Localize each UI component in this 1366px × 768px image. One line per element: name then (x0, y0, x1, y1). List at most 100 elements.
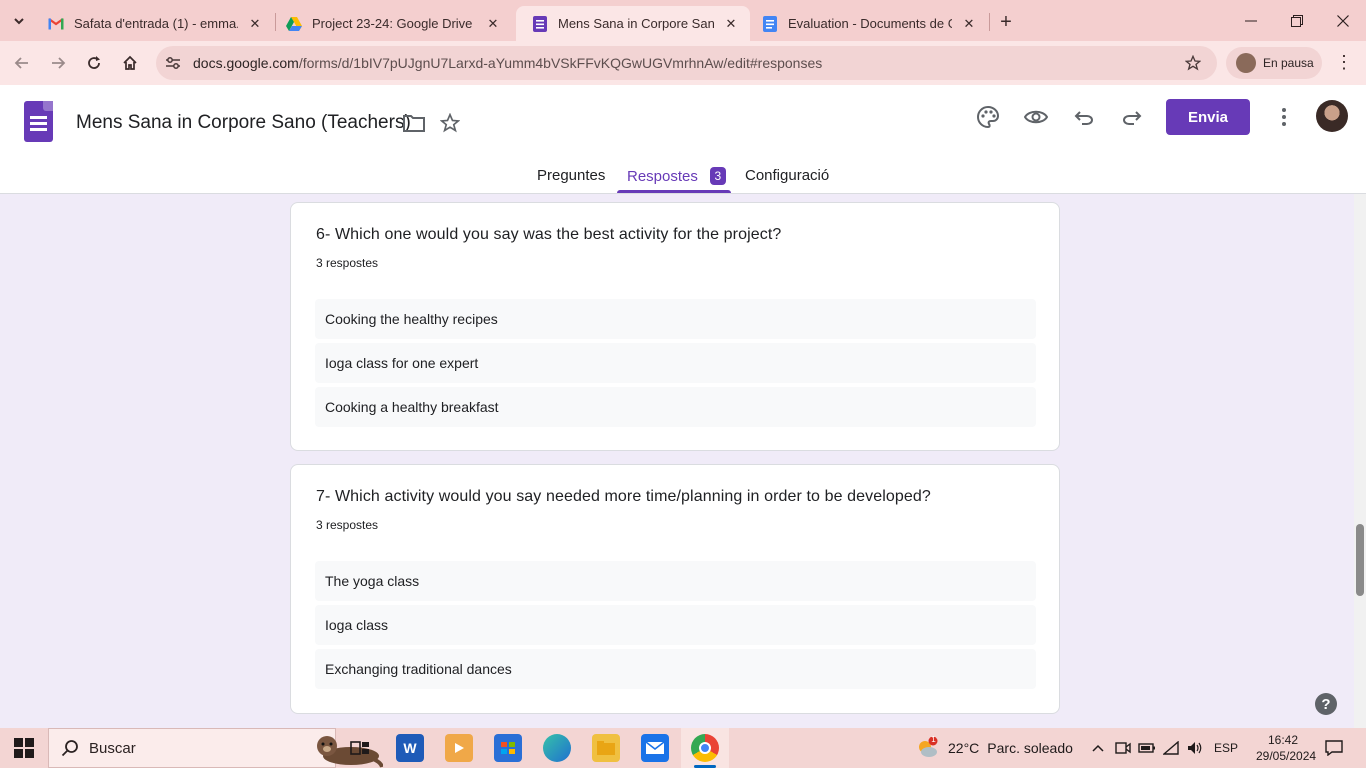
system-clock[interactable]: 16:42 29/05/2024 (1256, 732, 1317, 764)
browser-toolbar: docs.google.com/forms/d/1bIV7pUJgnU7Larx… (0, 41, 1366, 85)
tab-responses-label: Respostes (627, 168, 698, 185)
response-card-q6: 6- Which one would you say was the best … (290, 202, 1060, 451)
browser-menu-icon[interactable]: ⋮ (1332, 50, 1356, 74)
browser-tab-drive[interactable]: Project 23-24: Google Drive ✕ (270, 6, 512, 41)
minimize-window-icon[interactable] (1228, 0, 1274, 41)
new-tab-plus-icon[interactable]: + (994, 10, 1018, 34)
answer-item: Ioga class for one expert (315, 343, 1036, 383)
close-tab-icon[interactable]: ✕ (484, 15, 502, 33)
clock-date: 29/05/2024 (1256, 749, 1317, 763)
volume-icon[interactable] (1186, 739, 1204, 757)
show-hidden-icons-chevron-icon[interactable] (1089, 739, 1107, 757)
clock-time: 16:42 (1267, 733, 1299, 747)
reload-icon[interactable] (80, 49, 108, 77)
palette-icon[interactable] (974, 103, 1002, 131)
answer-item: Ioga class (315, 605, 1036, 645)
tab-title: Mens Sana in Corpore Sano (Te (558, 16, 714, 31)
star-icon[interactable] (436, 109, 464, 137)
address-bar[interactable]: docs.google.com/forms/d/1bIV7pUJgnU7Larx… (156, 46, 1217, 80)
tab-divider (989, 13, 990, 31)
windows-start-icon[interactable] (14, 738, 34, 758)
weather-alert-badge: 1 (931, 735, 936, 744)
task-view-icon[interactable] (346, 734, 374, 762)
active-tab-indicator (617, 190, 731, 193)
form-tabs: Preguntes Respostes 3 Configuració (0, 163, 1366, 194)
undo-icon[interactable] (1070, 103, 1098, 131)
response-count: 3 respostes (316, 518, 379, 532)
media-app-icon[interactable] (445, 734, 473, 762)
notifications-icon[interactable] (1324, 739, 1344, 757)
help-icon[interactable]: ? (1315, 693, 1337, 715)
taskbar-search[interactable]: Buscar (48, 728, 383, 768)
preview-eye-icon[interactable] (1022, 103, 1050, 131)
forward-arrow-icon[interactable] (44, 49, 72, 77)
profile-status: En pausa (1263, 56, 1314, 70)
tab-settings[interactable]: Configuració (745, 167, 829, 184)
more-options-icon[interactable] (1270, 103, 1298, 131)
bookmark-star-icon[interactable] (1183, 53, 1203, 73)
browser-tab-forms-active[interactable]: Mens Sana in Corpore Sano (Te ✕ (516, 6, 750, 41)
windows-taskbar: Buscar W 1 22°C Parc. soleado ESP 16:42 … (0, 728, 1366, 768)
close-tab-icon[interactable]: ✕ (960, 15, 978, 33)
folder-icon[interactable] (400, 109, 428, 137)
url-host: docs.google.com (193, 55, 299, 71)
weather-sun-cloud-icon: 1 (916, 735, 938, 759)
search-icon (61, 739, 79, 762)
docs-icon (762, 15, 778, 32)
scrollbar-thumb[interactable] (1356, 524, 1364, 596)
chrome-app-icon[interactable] (691, 734, 719, 762)
browser-tabstrip: Safata d'entrada (1) - emma.gis ✕ Projec… (0, 0, 1366, 41)
send-button[interactable]: Envia (1166, 99, 1250, 135)
weather-description: Parc. soleado (987, 740, 1073, 756)
response-card-q7: 7- Which activity would you say needed m… (290, 464, 1060, 714)
tab-questions[interactable]: Preguntes (537, 167, 605, 184)
url-text: docs.google.com/forms/d/1bIV7pUJgnU7Larx… (193, 55, 822, 71)
wifi-icon[interactable] (1162, 739, 1180, 757)
browser-tab-gmail[interactable]: Safata d'entrada (1) - emma.gis ✕ (32, 6, 274, 41)
store-app-icon[interactable] (494, 734, 522, 762)
answer-item: Cooking a healthy breakfast (315, 387, 1036, 427)
edge-browser-icon[interactable] (543, 734, 571, 762)
back-arrow-icon[interactable] (8, 49, 36, 77)
answer-item: The yoga class (315, 561, 1036, 601)
tab-title: Safata d'entrada (1) - emma.gis (74, 16, 238, 31)
answer-item: Cooking the healthy recipes (315, 299, 1036, 339)
weather-temperature: 22°C (948, 740, 980, 756)
tab-responses[interactable]: Respostes 3 (627, 167, 726, 185)
word-app-icon[interactable]: W (396, 734, 424, 762)
home-icon[interactable] (116, 49, 144, 77)
profile-chip[interactable]: En pausa (1226, 47, 1322, 79)
url-path: /forms/d/1bIV7pUJgnU7Larxd-aYumm4bVSkFFv… (298, 55, 823, 71)
tab-title: Project 23-24: Google Drive (312, 16, 473, 31)
question-title: 6- Which one would you say was the best … (316, 226, 782, 243)
responses-count-badge: 3 (709, 167, 726, 185)
site-info-icon[interactable] (164, 54, 182, 72)
redo-icon[interactable] (1118, 103, 1146, 131)
answer-item: Exchanging traditional dances (315, 649, 1036, 689)
mail-app-icon[interactable] (641, 734, 669, 762)
close-tab-icon[interactable]: ✕ (246, 15, 264, 33)
file-explorer-icon[interactable] (592, 734, 620, 762)
user-avatar[interactable] (1316, 100, 1348, 132)
forms-header: Mens Sana in Corpore Sano (Teachers) Env… (0, 85, 1366, 194)
input-language[interactable]: ESP (1214, 741, 1238, 755)
profile-avatar (1236, 53, 1256, 73)
page-scrollbar[interactable] (1354, 194, 1366, 728)
close-window-icon[interactable] (1320, 0, 1366, 41)
response-count: 3 respostes (316, 256, 379, 270)
search-placeholder: Buscar (89, 740, 136, 757)
google-forms-logo-icon[interactable] (24, 101, 53, 142)
gmail-icon (48, 16, 64, 32)
restore-window-icon[interactable] (1274, 0, 1320, 41)
weather-widget[interactable]: 1 22°C Parc. soleado (916, 735, 1076, 760)
meet-now-icon[interactable] (1114, 739, 1132, 757)
form-title[interactable]: Mens Sana in Corpore Sano (Teachers) (76, 112, 411, 134)
battery-icon[interactable] (1138, 739, 1156, 757)
tab-title: Evaluation - Documents de Goo (788, 16, 952, 31)
tab-search-chevron-icon[interactable] (6, 8, 32, 34)
forms-icon (532, 15, 548, 32)
browser-tab-docs[interactable]: Evaluation - Documents de Goo ✕ (746, 6, 988, 41)
question-title: 7- Which activity would you say needed m… (316, 488, 931, 505)
drive-icon (286, 16, 302, 32)
close-tab-icon[interactable]: ✕ (722, 15, 740, 33)
